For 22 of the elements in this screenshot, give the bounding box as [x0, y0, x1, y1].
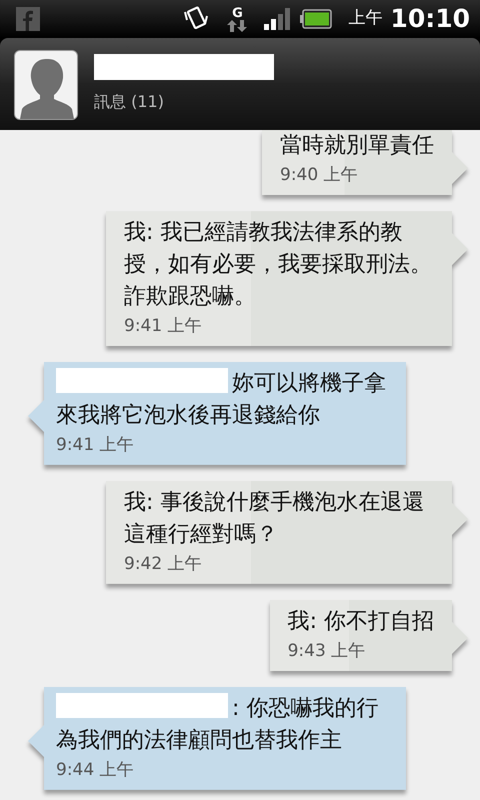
message-time: 9:42 上午 — [124, 552, 203, 576]
clock-time: 10:10 — [390, 3, 470, 36]
message-text: 我: 事後說什麼手機泡水在退還這種行經對嗎？ — [124, 488, 426, 549]
message-text: : 你恐嚇我的行為我們的法律顧問也替我作主 — [56, 692, 390, 757]
message-time: 9:43 上午 — [288, 640, 366, 663]
message-count: 訊息 (11) — [94, 91, 165, 113]
facebook-icon[interactable] — [16, 7, 40, 31]
message-text: 我: 你不打自招 — [288, 608, 434, 636]
message-time: 9:41 上午 — [56, 434, 135, 457]
contact-avatar[interactable] — [14, 50, 78, 120]
message-text: 當時就別單責任 — [280, 132, 434, 160]
signal-icon — [264, 8, 292, 30]
message-time: 9:44 上午 — [56, 758, 135, 782]
battery-icon — [300, 9, 332, 29]
message-text: 妳可以將機子拿來我將它泡水後再退錢給你 — [56, 368, 390, 432]
message-text: 我: 我已經請教我法律系的教授，如有必要，我要採取刑法。詐欺跟恐嚇。 — [124, 219, 433, 311]
vibrate-icon — [182, 6, 210, 32]
data-arrows-icon — [226, 20, 248, 32]
message-time: 9:40 上午 — [280, 164, 359, 187]
clock-period: 上午 — [348, 7, 382, 30]
network-type-indicator: G — [232, 6, 243, 20]
message-time: 9:41 上午 — [124, 314, 203, 338]
